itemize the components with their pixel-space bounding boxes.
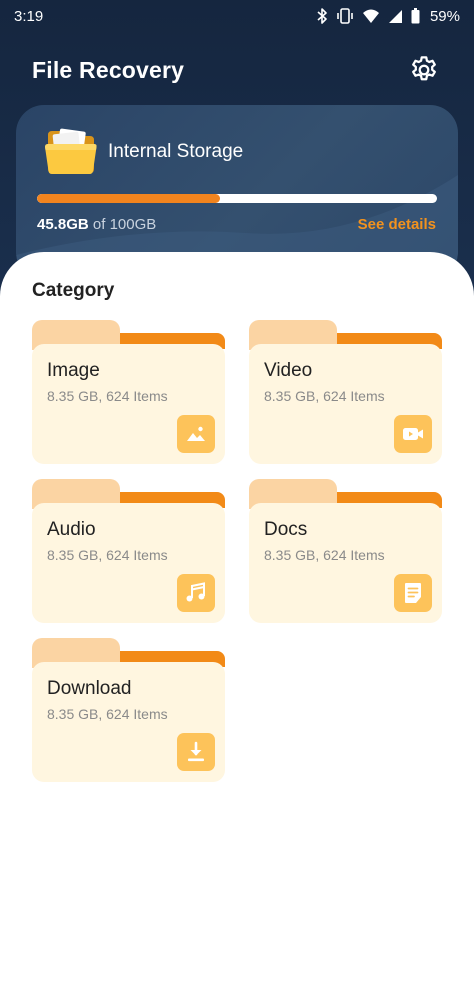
document-icon [394, 574, 432, 612]
app-title: File Recovery [32, 56, 185, 83]
bluetooth-icon [317, 8, 327, 24]
video-icon [394, 415, 432, 453]
category-name: Download [47, 678, 132, 699]
category-name: Audio [47, 519, 96, 540]
category-meta: 8.35 GB, 624 Items [47, 388, 168, 404]
settings-button[interactable] [406, 52, 442, 88]
storage-usage: 45.8GB of 100GB [37, 216, 156, 233]
download-icon [177, 733, 215, 771]
see-details-link[interactable]: See details [358, 216, 436, 233]
category-card-docs[interactable]: Docs 8.35 GB, 624 Items [249, 479, 442, 623]
content-panel: Category Image 8.35 GB, 624 Items Video … [0, 252, 474, 1000]
storage-used: 45.8GB [37, 216, 89, 233]
storage-header: Internal Storage [44, 127, 243, 177]
storage-progress-bar [37, 194, 437, 203]
storage-separator: of [88, 216, 110, 233]
category-card-video[interactable]: Video 8.35 GB, 624 Items [249, 320, 442, 464]
category-name: Docs [264, 519, 308, 540]
storage-title: Internal Storage [108, 141, 244, 162]
image-icon [177, 415, 215, 453]
category-meta: 8.35 GB, 624 Items [264, 388, 385, 404]
status-icons: 59% [316, 8, 460, 25]
category-card-download[interactable]: Download 8.35 GB, 624 Items [32, 638, 225, 782]
battery-percent: 59% [429, 7, 460, 25]
app-bar: File Recovery [0, 48, 474, 92]
category-meta: 8.35 GB, 624 Items [264, 547, 385, 563]
gear-icon [412, 56, 436, 81]
storage-total: 100GB [109, 216, 157, 233]
status-bar: 3:19 59% [0, 0, 474, 32]
category-meta: 8.35 GB, 624 Items [47, 706, 168, 722]
vibrate-icon [337, 8, 353, 24]
music-icon [177, 574, 215, 612]
wifi-icon [362, 9, 379, 23]
battery-icon [411, 8, 420, 24]
category-meta: 8.35 GB, 624 Items [47, 547, 168, 563]
category-card-image[interactable]: Image 8.35 GB, 624 Items [32, 320, 225, 464]
category-title: Category [32, 280, 115, 301]
folder-icon [45, 128, 97, 174]
category-card-audio[interactable]: Audio 8.35 GB, 624 Items [32, 479, 225, 623]
category-name: Video [264, 360, 313, 381]
status-time: 3:19 [14, 7, 44, 25]
category-name: Image [47, 360, 100, 381]
storage-progress-fill [37, 194, 221, 203]
signal-icon [388, 9, 402, 23]
